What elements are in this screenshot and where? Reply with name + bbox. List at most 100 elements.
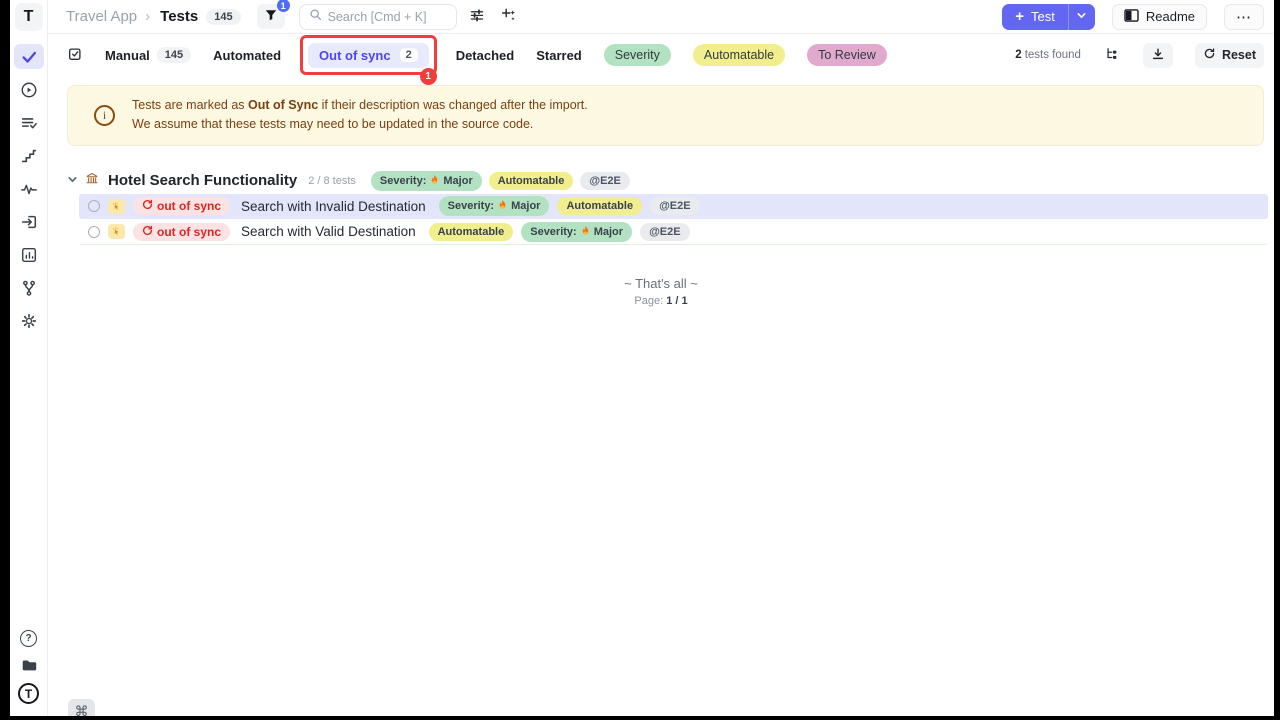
info-icon: i [94,105,115,126]
sidebar-item-analytics[interactable] [14,176,44,201]
help-glyph: ? [25,633,31,644]
view-options-button[interactable] [465,3,489,30]
suite-tag-badge[interactable]: @E2E [580,172,630,190]
branch-icon [20,279,38,297]
pointer-click-icon [108,224,125,239]
download-icon [1151,47,1165,64]
plus-icon: + [1015,9,1024,24]
tab-starred[interactable]: Starred [536,48,582,63]
test-severity-badge[interactable]: Severity: Major [521,222,632,242]
library-icon[interactable] [20,656,38,674]
tab-manual[interactable]: Manual 145 [105,47,191,63]
results-count: 2tests found [1015,49,1081,61]
new-test-dropdown-button[interactable] [1068,4,1095,30]
sidebar-item-reports[interactable] [14,242,44,267]
radio-circle-icon[interactable] [88,200,100,212]
tab-out-of-sync-wrap: Out of sync 2 1 [308,43,429,68]
help-icon[interactable]: ? [20,630,37,647]
steps-icon [20,147,38,165]
tests-count-badge: 145 [206,9,240,25]
radio-circle-icon[interactable] [88,226,100,238]
filter-pill-to-review[interactable]: To Review [807,44,887,66]
command-shortcut-button[interactable]: ⌘ [68,699,95,716]
test-title[interactable]: Search with Invalid Destination [241,199,426,214]
sidebar-item-tests[interactable] [14,44,44,69]
suite-automatable-badge[interactable]: Automatable [489,172,574,190]
page-title: Tests [160,8,198,25]
annotation-step-badge: 1 [420,68,437,85]
test-title[interactable]: Search with Valid Destination [241,224,416,239]
page-value: 1 / 1 [666,295,687,307]
sidebar-item-settings[interactable] [14,308,44,333]
sync-arrows-icon [142,199,153,213]
sync-arrows-icon [142,225,153,239]
topbar: Travel App › Tests 145 1 + Test [48,0,1274,34]
filter-count-badge: 1 [277,0,290,12]
import-icon [20,213,38,231]
app-window: T [10,0,1274,716]
readme-button[interactable]: Readme [1112,4,1207,30]
chevron-down-icon[interactable] [67,172,78,190]
test-tag-badge[interactable]: @E2E [640,223,690,241]
new-test-label: Test [1031,9,1055,24]
test-severity-badge[interactable]: Severity: Major [439,196,550,216]
book-icon [1124,9,1139,25]
test-automatable-badge[interactable]: Automatable [429,223,514,241]
tab-automated[interactable]: Automated [213,48,281,63]
app-logo[interactable]: T [15,3,43,31]
refresh-icon [1203,47,1216,63]
suite-meta: 2 / 8 tests [308,175,356,187]
suite-title[interactable]: Hotel Search Functionality [108,172,297,189]
reset-button[interactable]: Reset [1195,43,1264,68]
tab-out-of-sync-label: Out of sync [319,48,391,63]
sidebar-item-runs[interactable] [14,77,44,102]
building-icon [85,171,99,190]
test-row[interactable]: out of sync Search with Valid Destinatio… [79,220,1268,245]
brand-letter: T [25,687,32,701]
pointer-click-icon [108,199,125,214]
sliders-icon [469,7,485,26]
info-banner: i Tests are marked as Out of Sync if the… [67,85,1264,146]
filter-pill-severity[interactable]: Severity [604,44,671,66]
batch-select-button[interactable] [67,46,83,65]
filter-pill-automatable[interactable]: Automatable [693,44,785,66]
test-tag-badge[interactable]: @E2E [650,197,700,215]
ai-create-button[interactable] [497,3,521,30]
play-circle-icon [20,81,38,99]
reset-label: Reset [1222,48,1256,62]
suite-header[interactable]: Hotel Search Functionality 2 / 8 tests S… [67,171,1274,191]
tab-out-of-sync[interactable]: Out of sync 2 [308,43,429,68]
tree-hierarchy-icon [1105,47,1119,64]
breadcrumb-separator: › [145,8,150,25]
flame-icon [430,174,439,188]
new-test-split-button: + Test [1002,4,1095,30]
sidebar-item-plans[interactable] [14,110,44,135]
filter-button[interactable]: 1 [257,4,285,29]
breadcrumb-project[interactable]: Travel App [66,8,137,25]
sidebar-item-milestones[interactable] [14,143,44,168]
tab-manual-count: 145 [157,47,191,63]
sparkles-icon [501,7,517,26]
sidebar-item-branches[interactable] [14,275,44,300]
funnel-icon [264,8,278,25]
new-test-button[interactable]: + Test [1002,4,1068,30]
filter-tabs-bar: Manual 145 Automated Out of sync 2 1 Det… [48,34,1274,76]
tree-view-button[interactable] [1103,45,1121,66]
tab-detached[interactable]: Detached [456,48,515,63]
pulse-icon [20,180,38,198]
suite-severity-badge[interactable]: Severity: Major [371,171,482,191]
app-logo-letter: T [24,8,34,26]
brand-logo-icon[interactable]: T [18,683,39,704]
check-icon [20,48,38,66]
test-row[interactable]: out of sync Search with Invalid Destinat… [79,194,1268,219]
pagination: Page: 1 / 1 [48,295,1274,307]
search-input[interactable] [328,10,447,24]
flame-icon [581,225,590,239]
command-key-icon: ⌘ [75,703,89,717]
test-automatable-badge[interactable]: Automatable [557,197,642,215]
ellipsis-icon: ⋯ [1236,8,1252,26]
export-button[interactable] [1143,43,1173,68]
sidebar-item-import[interactable] [14,209,44,234]
more-button[interactable]: ⋯ [1224,4,1264,30]
sidebar-bottom: ? T [18,630,39,704]
